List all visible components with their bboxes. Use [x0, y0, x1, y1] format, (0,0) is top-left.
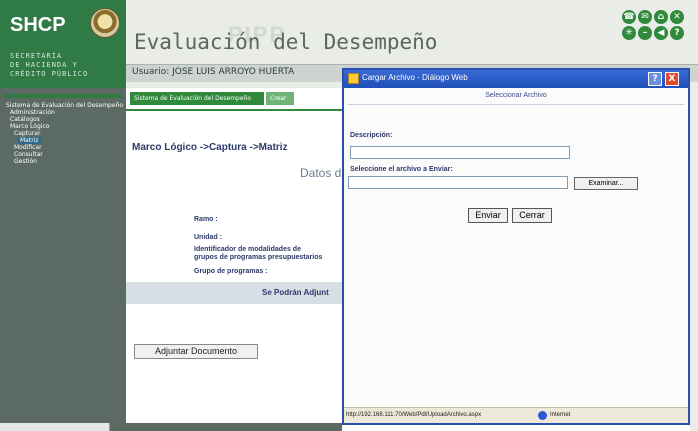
horizontal-scrollbar[interactable] [0, 423, 110, 431]
breadcrumb: Marco Lógico ->Captura ->Matriz [132, 142, 288, 153]
dialog-help-button[interactable]: ? [648, 72, 662, 86]
star-icon[interactable]: ✳ [622, 26, 636, 40]
main-content: Sistema de Evaluación del Desempeño Crea… [126, 88, 342, 431]
sidebar-top-rule [4, 94, 122, 98]
minus-icon[interactable]: – [638, 26, 652, 40]
attach-notice: Se Podrán Adjunt [262, 288, 329, 297]
sidebar-item-capturar[interactable]: Capturar [14, 130, 40, 137]
description-input[interactable] [350, 146, 570, 159]
internet-zone-icon [538, 411, 547, 420]
secretaria-line-1: SECRETARÍA [10, 52, 63, 60]
field-identificador-label-2: grupos de programas presupuestarios [194, 254, 323, 261]
sidebar-item-marco-logico[interactable]: Marco Lógico [10, 123, 49, 130]
dialog-status-bar: http://192.168.111.70/Web/Pdl/UploadArch… [344, 407, 688, 423]
close-button[interactable]: Cerrar [512, 208, 552, 223]
dialog-close-button[interactable]: X [665, 72, 679, 86]
help-icon[interactable]: ? [670, 26, 684, 40]
sidebar-item-modificar[interactable]: Modificar [14, 144, 42, 151]
send-button[interactable]: Enviar [468, 208, 508, 223]
sidebar-item-catalogos[interactable]: Catálogos [10, 116, 40, 123]
user-label: Usuario: JOSE LUIS ARROYO HUERTA [132, 67, 295, 77]
tab-row: Sistema de Evaluación del Desempeño Crea… [130, 92, 340, 106]
phone-icon[interactable]: ☎ [622, 10, 636, 24]
shcp-logo: SHCP [10, 14, 66, 36]
logo-block: SHCP SECRETARÍA DE HACIENDA Y CRÉDITO PÚ… [0, 0, 126, 88]
mail-icon[interactable]: ✉ [638, 10, 652, 24]
status-zone: Internet [550, 412, 571, 418]
browse-button[interactable]: Examinar... [574, 177, 638, 190]
section-title: Datos d [300, 166, 342, 180]
tab-sistema[interactable]: Sistema de Evaluación del Desempeño [130, 92, 264, 105]
attach-notice-bar: Se Podrán Adjunt [126, 282, 342, 304]
secretaria-line-2: DE HACIENDA Y [10, 61, 78, 69]
dialog-subtitle: Seleccionar Archivo [485, 92, 547, 99]
app-title: Evaluación del Desempeño [134, 30, 438, 54]
sidebar-item-administracion[interactable]: Administración [10, 109, 55, 116]
field-identificador-label: Identificador de modalidades de [194, 246, 301, 253]
tab-underline [126, 109, 342, 111]
dialog-divider [348, 104, 684, 105]
tab-crear[interactable]: Crear [266, 92, 294, 105]
dialog-title: Cargar Archivo - Diálogo Web [362, 73, 468, 82]
upload-dialog: Cargar Archivo - Diálogo Web ? X Selecci… [342, 68, 690, 425]
field-grupo-label: Grupo de programas : [194, 268, 268, 275]
field-ramo-label: Ramo : [194, 216, 218, 223]
attach-document-button[interactable]: Adjuntar Documento [134, 344, 258, 359]
dialog-window-icon [348, 73, 359, 84]
close-icon[interactable]: ✕ [670, 10, 684, 24]
right-strip [690, 88, 698, 431]
home-icon[interactable]: ⌂ [654, 10, 668, 24]
field-unidad-label: Unidad : [194, 234, 222, 241]
description-label: Descripción: [350, 132, 393, 139]
dialog-titlebar[interactable]: Cargar Archivo - Diálogo Web ? X [344, 70, 688, 88]
sidebar-item-gestion[interactable]: Gestión [14, 158, 37, 165]
file-path-input[interactable] [348, 176, 568, 189]
sidebar-item-consultar[interactable]: Consultar [14, 151, 43, 158]
sidebar: Sistema de Evaluación del Desempeño Admi… [0, 88, 126, 431]
sidebar-item-sistema[interactable]: Sistema de Evaluación del Desempeño [6, 102, 123, 109]
sidebar-item-matriz[interactable]: Matriz [18, 137, 41, 144]
mexico-seal-icon [90, 8, 120, 38]
file-label: Seleccione el archivo a Enviar: [350, 166, 453, 173]
back-icon[interactable]: ◀ [654, 26, 668, 40]
status-url: http://192.168.111.70/Web/Pdl/UploadArch… [346, 412, 482, 418]
secretaria-line-3: CRÉDITO PÚBLICO [10, 70, 89, 78]
